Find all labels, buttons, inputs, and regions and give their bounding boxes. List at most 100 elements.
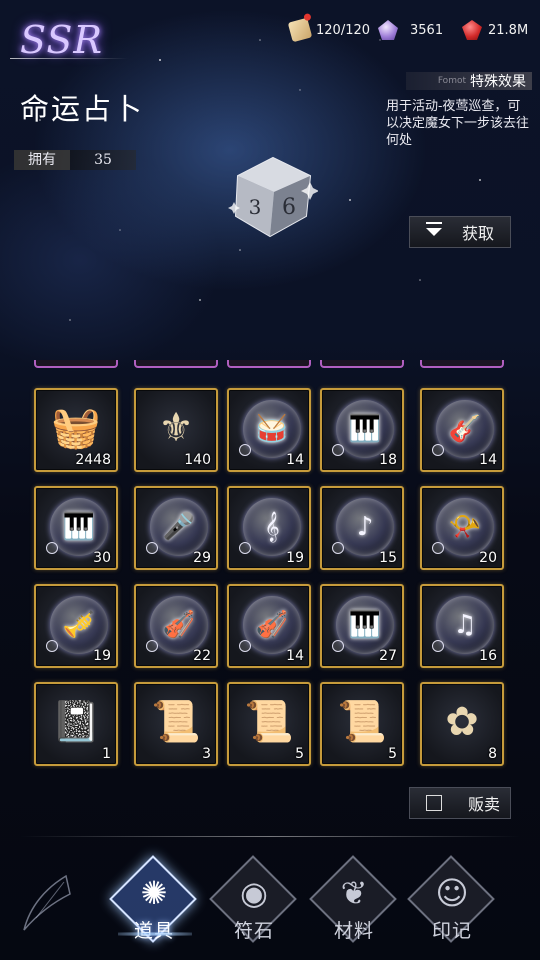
resource-crystals[interactable]: 3561 [378, 18, 443, 42]
orb-frame: 🎹 [332, 400, 394, 458]
tab-mark-label: 印记 [431, 920, 472, 942]
item-cell[interactable]: ♫ 16 [420, 584, 504, 668]
item-cell[interactable]: 𝄞 19 [227, 486, 311, 570]
obtain-label: 获取 [462, 224, 495, 243]
orb-frame: 🥁 [239, 400, 301, 458]
item-cell[interactable]: 🎹 27 [320, 584, 404, 668]
item-cell[interactable]: 📜 5 [227, 682, 311, 766]
ruby-icon [462, 20, 482, 40]
item-count: 19 [93, 648, 111, 664]
notebook-icon: 📓 [51, 699, 101, 745]
item-cell-partial[interactable] [420, 360, 504, 368]
tab-divider [20, 836, 520, 837]
effect-label: 特殊效果 [470, 74, 526, 90]
item-cell[interactable]: 🥁 14 [227, 388, 311, 472]
item-count: 14 [479, 452, 497, 468]
item-count: 29 [193, 550, 211, 566]
resource-tickets[interactable]: 120/120 [287, 17, 371, 43]
item-cell[interactable]: 📓 1 [34, 682, 118, 766]
resource-crystals-value: 3561 [410, 22, 444, 38]
orb-frame: 🎸 [432, 400, 494, 458]
orb-frame: 🎻 [239, 596, 301, 654]
owned-count-panel: 拥有 35 [14, 150, 136, 170]
item-count: 27 [379, 648, 397, 664]
drum-icon: 🥁 [255, 414, 289, 444]
sheet-music-icon: 📜 [151, 699, 201, 745]
orb-frame: 🎹 [332, 596, 394, 654]
item-cell-partial[interactable] [134, 360, 218, 368]
flower-icon: ✿ [445, 699, 479, 745]
tab-materials-label: 材料 [333, 920, 374, 942]
materials-tab-icon: ❦ [340, 874, 368, 912]
item-cell-partial[interactable] [227, 360, 311, 368]
chevron-down-icon [426, 222, 442, 236]
oboe-icon: ♪ [356, 512, 374, 542]
inventory-grid[interactable]: 🧺 2448 ⚜ 140 🥁 14 🎹 18 🎸 14 🎹 30 🎤 29 𝄞 19 ♪ 15 📯 20 🎺 19 🎻 22 🎻… [0, 360, 540, 770]
item-cell[interactable]: 🎻 14 [227, 584, 311, 668]
item-count: 5 [388, 746, 397, 762]
tab-materials[interactable]: ❦ 材料 [309, 855, 397, 948]
item-cell[interactable]: 🎤 29 [134, 486, 218, 570]
sheet-music-icon: 📜 [337, 699, 387, 745]
item-count: 14 [286, 648, 304, 664]
item-count: 16 [479, 648, 497, 664]
fate-dice-icon: 6 3 [228, 156, 318, 238]
item-count: 19 [286, 550, 304, 566]
rarity-divider [10, 58, 128, 59]
item-cell[interactable]: ⚜ 140 [134, 388, 218, 472]
item-count: 15 [379, 550, 397, 566]
orb-frame: 𝄞 [239, 498, 301, 556]
tab-runestone[interactable]: ◉ 符石 [209, 855, 297, 948]
tab-mark[interactable]: ☺ 印记 [407, 855, 495, 948]
crystal-icon [378, 20, 398, 40]
item-count: 140 [184, 452, 211, 468]
item-cell[interactable]: 📯 20 [420, 486, 504, 570]
obtain-button[interactable]: 获取 [409, 216, 511, 248]
item-cell[interactable]: 🎹 18 [320, 388, 404, 472]
item-cell[interactable]: ♪ 15 [320, 486, 404, 570]
horn-icon: 📯 [448, 512, 482, 542]
sell-label: 贩卖 [468, 795, 501, 814]
item-cell-partial[interactable] [320, 360, 404, 368]
melodica-icon: 🎹 [348, 414, 382, 444]
orb-frame: 🎤 [146, 498, 208, 556]
harp-icon: ♫ [453, 610, 477, 640]
sell-button[interactable]: 贩卖 [409, 787, 511, 819]
resource-tickets-value: 120/120 [316, 22, 371, 38]
item-count: 3 [202, 746, 211, 762]
svg-text:3: 3 [249, 195, 262, 219]
microphone-icon: 🎤 [162, 512, 196, 542]
item-count: 22 [193, 648, 211, 664]
keyboard-icon: 🎹 [62, 512, 96, 542]
item-cell[interactable]: 🧺 2448 [34, 388, 118, 472]
orb-frame: 📯 [432, 498, 494, 556]
item-count: 14 [286, 452, 304, 468]
item-cell[interactable]: 🎸 14 [420, 388, 504, 472]
item-cell[interactable]: 🎻 22 [134, 584, 218, 668]
tab-items-label: 道具 [133, 920, 174, 942]
ticket-icon [287, 17, 313, 43]
orb-frame: 🎻 [146, 596, 208, 654]
crest-icon: ⚜ [158, 405, 194, 451]
mark-tab-icon: ☺ [435, 874, 469, 912]
guitar-icon: 🎸 [448, 414, 482, 444]
item-count: 1 [102, 746, 111, 762]
tab-items[interactable]: ✺ 道具 [109, 855, 197, 948]
item-cell[interactable]: 🎹 30 [34, 486, 118, 570]
item-cell[interactable]: 📜 5 [320, 682, 404, 766]
item-count: 18 [379, 452, 397, 468]
item-count: 30 [93, 550, 111, 566]
orb-frame: ♪ [332, 498, 394, 556]
orb-frame: ♫ [432, 596, 494, 654]
sheet-music-icon: 📜 [244, 699, 294, 745]
resource-rubies[interactable]: 21.8M [462, 18, 528, 42]
item-cell[interactable]: 🎺 19 [34, 584, 118, 668]
item-cell[interactable]: ✿ 8 [420, 682, 504, 766]
sell-checkbox[interactable] [426, 795, 442, 811]
item-cell-partial[interactable] [34, 360, 118, 368]
effect-small-label: Fomot [437, 76, 466, 86]
item-count: 2448 [75, 452, 111, 468]
item-cell[interactable]: 📜 3 [134, 682, 218, 766]
basket-icon: 🧺 [51, 405, 101, 451]
special-effect-header: Fomot 特殊效果 [406, 72, 532, 90]
